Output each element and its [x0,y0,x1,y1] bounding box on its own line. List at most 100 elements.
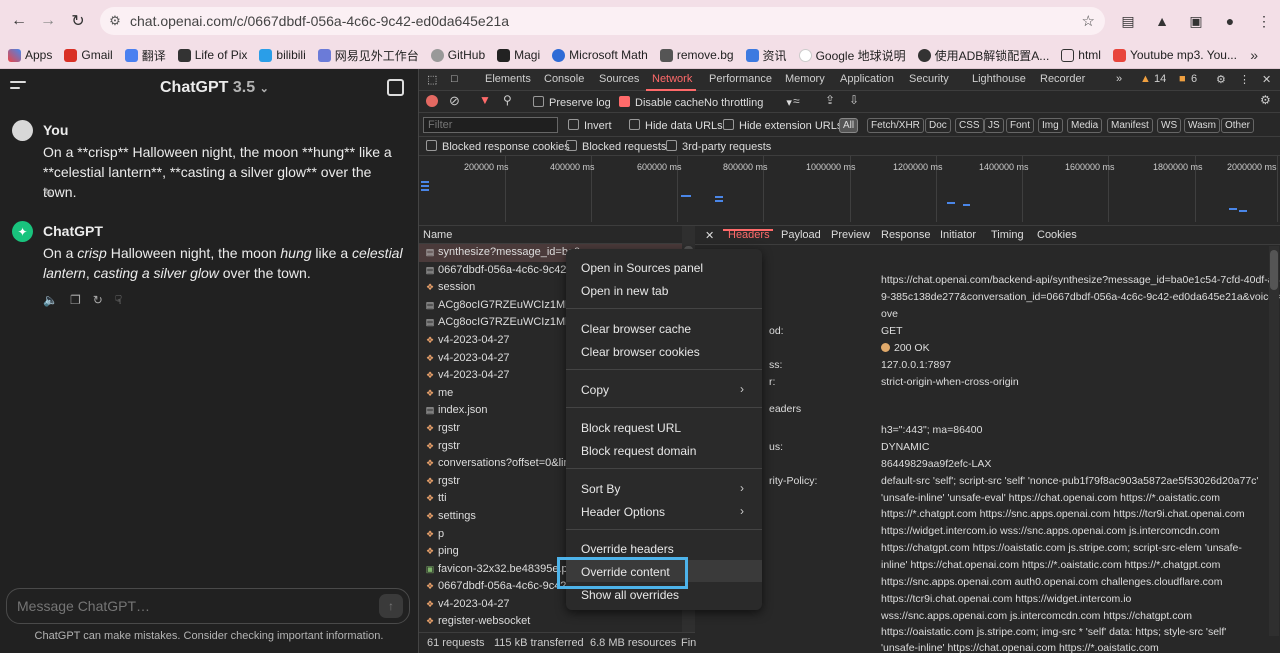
bookmark-apps[interactable]: Apps [8,48,52,62]
clear-log-icon[interactable]: ⊘ [449,93,460,109]
warning-icon[interactable]: ▲ [1140,73,1151,85]
tab-timing[interactable]: Timing [991,229,1024,241]
cast-icon[interactable]: ▤ [1115,8,1141,34]
send-arrow-icon[interactable]: ↑ [379,594,403,618]
bookmark-html[interactable]: html [1061,48,1101,62]
bookmark-star-icon[interactable]: ☆ [1082,12,1095,30]
menu-item-open-in-new-tab[interactable]: Open in new tab [581,284,668,298]
tab-initiator[interactable]: Initiator [940,229,976,241]
tab-response[interactable]: Response [881,229,931,241]
filter-funnel-icon[interactable]: ▼ [479,93,491,107]
throttling-select[interactable]: No throttling ▾ [704,96,792,109]
settings-gear-icon[interactable]: ⚙ [1216,73,1226,86]
address-bar[interactable]: ⚙ chat.openai.com/c/0667dbdf-056a-4c6c-9… [100,7,1105,35]
menu-kebab-icon[interactable]: ⋮ [1251,8,1277,34]
preserve-log-toggle[interactable]: Preserve log [533,96,611,109]
menu-item-header-options[interactable]: Header Options [581,505,665,519]
message-input[interactable] [17,598,347,614]
new-chat-icon[interactable] [387,79,404,96]
tab-preview[interactable]: Preview [831,229,870,241]
tab-elements[interactable]: Elements [485,73,531,85]
tab-lighthouse[interactable]: Lighthouse [972,73,1026,85]
tab-application[interactable]: Application [840,73,894,85]
inspect-element-icon[interactable]: ⬚ [427,73,437,86]
name-column-header[interactable]: Name [419,226,695,244]
site-info-icon[interactable]: ⚙ [100,13,130,29]
regenerate-icon[interactable]: ↻ [93,293,103,307]
bookmark-news[interactable]: 资讯 [745,47,787,64]
disable-cache-toggle[interactable]: Disable cache [619,96,704,109]
thumbs-down-icon[interactable]: ☟ [115,293,122,307]
record-stop-icon[interactable] [426,95,438,107]
close-detail-icon[interactable]: ✕ [705,229,714,242]
bookmark-jianwai[interactable]: 网易见外工作台 [317,47,419,64]
github-icon [430,48,444,62]
copy-icon[interactable]: ❐ [70,293,81,307]
import-har-icon[interactable]: ⇪ [825,93,835,107]
device-toggle-icon[interactable]: □ [451,73,458,85]
issues-icon[interactable]: ■ [1179,73,1186,85]
xhr-icon: ❖ [425,475,435,486]
scrollbar-thumb[interactable] [1270,250,1278,290]
edit-pencil-icon[interactable]: ✎ [43,186,53,200]
document-icon: ▤ [425,264,435,275]
sidebar-menu-icon[interactable] [10,81,26,93]
menu-item-clear-cache[interactable]: Clear browser cache [581,322,691,336]
more-tabs-icon[interactable]: » [1116,73,1122,85]
menu-item-block-url[interactable]: Block request URL [581,421,681,435]
devtools-menu-icon[interactable]: ⋮ [1239,73,1250,86]
network-conditions-icon[interactable]: ≈ [793,94,800,108]
assistant-message: ✦ ChatGPT On a crisp Halloween night, th… [12,221,407,311]
xhr-icon: ❖ [425,598,435,609]
table-row[interactable]: ❖ register-websocket [419,613,695,631]
bookmark-lifeofpix[interactable]: Life of Pix [177,48,247,62]
more-bookmarks-icon[interactable]: » [1250,47,1258,63]
side-panel-icon[interactable]: ▣ [1183,8,1209,34]
read-aloud-icon[interactable]: 🔈 [43,293,58,307]
back-arrow-icon[interactable]: ← [4,6,34,36]
bookmark-adb[interactable]: 使用ADB解锁配置A... [917,47,1049,64]
tab-sources[interactable]: Sources [599,73,639,85]
method-value: GET [881,325,903,337]
tab-console[interactable]: Console [544,73,584,85]
tab-network[interactable]: Network [652,73,692,85]
cf-cache-status-value: DYNAMIC [881,441,930,453]
menu-item-show-all-overrides[interactable]: Show all overrides [581,588,679,602]
bookmark-gmail[interactable]: Gmail [64,48,113,62]
bookmark-magi[interactable]: Magi [497,48,540,62]
tab-cookies[interactable]: Cookies [1037,229,1077,241]
network-settings-icon[interactable]: ⚙ [1260,93,1271,107]
csp-line: 'unsafe-inline' 'unsafe-eval' https://ch… [881,492,1220,504]
menu-item-open-in-sources[interactable]: Open in Sources panel [581,261,703,275]
bookmark-bilibili[interactable]: bilibili [259,48,306,62]
profile-avatar[interactable]: ● [1217,8,1243,34]
search-icon[interactable]: ⚲ [503,93,512,107]
bookmark-msmath[interactable]: Microsoft Math [552,48,648,62]
tab-performance[interactable]: Performance [709,73,772,85]
bookmark-google-earth[interactable]: Google 地球说明 [798,47,906,64]
menu-item-override-headers[interactable]: Override headers [581,542,674,556]
detail-scrollbar[interactable] [1269,246,1279,636]
export-har-icon[interactable]: ⇩ [849,93,859,107]
menu-item-sort-by[interactable]: Sort By [581,482,620,496]
bookmark-youtube-mp3[interactable]: Youtube mp3. You... [1112,48,1237,62]
bookmark-translate[interactable]: 翻译 [124,47,166,64]
tab-security[interactable]: Security [909,73,949,85]
reload-icon[interactable]: ↻ [63,6,93,36]
menu-item-clear-cookies[interactable]: Clear browser cookies [581,345,700,359]
tab-payload[interactable]: Payload [781,229,821,241]
response-headers-section[interactable]: eaders [769,403,801,415]
tab-recorder[interactable]: Recorder [1040,73,1085,85]
tab-memory[interactable]: Memory [785,73,825,85]
close-devtools-icon[interactable]: ✕ [1262,73,1271,86]
bookmark-removebg[interactable]: remove.bg [659,48,734,62]
csp-line: https://*.chatgpt.com https://snc.apps.o… [881,508,1245,520]
menu-item-copy[interactable]: Copy [581,383,609,397]
forward-arrow-icon[interactable]: → [33,6,63,36]
bookmark-github[interactable]: GitHub [430,48,485,62]
menu-item-block-domain[interactable]: Block request domain [581,444,696,458]
options-row-divider [419,137,1280,156]
user-avatar [12,120,33,141]
model-selector[interactable]: ChatGPT 3.5 ⌄ [160,79,269,97]
extensions-icon[interactable]: ▲ [1149,8,1175,34]
